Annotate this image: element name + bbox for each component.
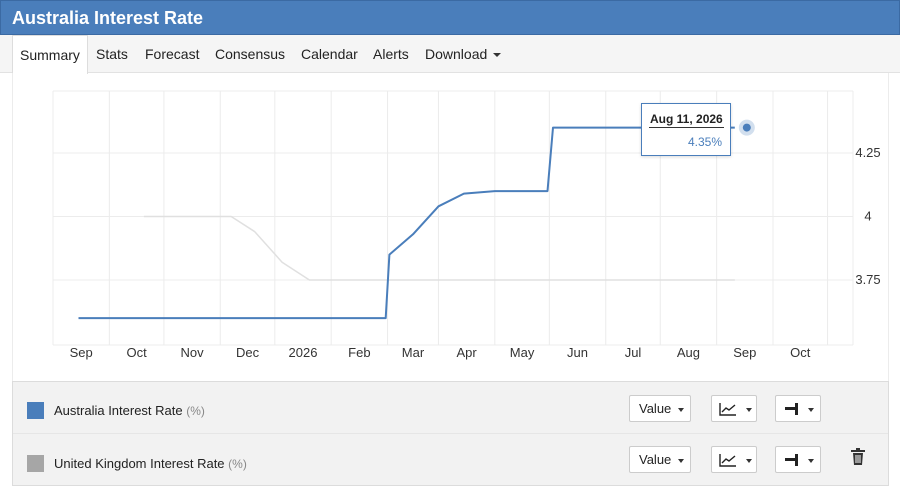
x-tick-label: May (510, 345, 535, 360)
legend-row-united-kingdom: United Kingdom Interest Rate (%) Value (13, 435, 888, 487)
axis-side-dropdown[interactable] (775, 446, 821, 473)
y-tick-label: 4.25 (855, 145, 880, 160)
axis-right-icon (785, 403, 798, 415)
axis-side-dropdown[interactable] (775, 395, 821, 422)
tooltip-date: Aug 11, 2026 (650, 112, 723, 126)
chart-grid (52, 90, 854, 346)
title-bar: Australia Interest Rate (0, 0, 900, 35)
tab-consensus[interactable]: Consensus (215, 35, 285, 73)
chevron-down-icon (746, 459, 752, 463)
line-chart-icon (719, 403, 736, 416)
x-tick-label: Mar (402, 345, 425, 360)
series-color-swatch[interactable] (27, 455, 44, 472)
value-dropdown[interactable]: Value (629, 395, 691, 422)
y-tick-label: 4 (864, 209, 871, 224)
page-title: Australia Interest Rate (12, 8, 204, 28)
chevron-down-icon (808, 459, 814, 463)
x-axis: Sep Oct Nov Dec 2026 Feb Mar Apr May Jun Jul Aug Sep… (70, 345, 811, 360)
tab-summary[interactable]: Summary (12, 35, 88, 74)
chart-type-dropdown[interactable] (711, 446, 757, 473)
x-tick-label: Aug (677, 345, 700, 360)
tab-bar: Summary Stats Forecast Consensus Calenda… (0, 35, 900, 74)
chevron-down-icon (493, 53, 502, 58)
tab-download-label: Download (425, 46, 488, 62)
chart-tooltip: Aug 11, 2026 4.35% (641, 103, 731, 156)
hover-marker (738, 119, 755, 136)
series-name-text: Australia Interest Rate (54, 403, 183, 418)
series-unit: (%) (186, 404, 205, 418)
x-tick-label: Nov (181, 345, 205, 360)
tab-download[interactable]: Download (425, 35, 502, 73)
trash-icon[interactable] (851, 448, 865, 466)
tooltip-value: 4.35% (687, 135, 722, 149)
x-tick-label: Sep (733, 345, 756, 360)
series-name: United Kingdom Interest Rate (%) (54, 456, 247, 471)
x-tick-label: Apr (457, 345, 478, 360)
line-chart[interactable]: Sep Oct Nov Dec 2026 Feb Mar Apr May Jun Jul Aug Sep… (0, 73, 900, 381)
legend-row-australia: Australia Interest Rate (%) Value (13, 382, 888, 434)
tab-forecast[interactable]: Forecast (145, 35, 199, 73)
series-line (143, 215, 735, 281)
x-tick-label: Oct (127, 345, 148, 360)
series-legend-panel: Australia Interest Rate (%) Value United… (12, 381, 889, 486)
x-tick-label: 2026 (289, 345, 318, 360)
tab-alerts[interactable]: Alerts (373, 35, 409, 73)
series-name: Australia Interest Rate (%) (54, 403, 205, 418)
series-line (78, 126, 735, 320)
chevron-down-icon (678, 408, 684, 412)
y-tick-label: 3.75 (855, 272, 880, 287)
chevron-down-icon (808, 408, 814, 412)
series-name-text: United Kingdom Interest Rate (54, 456, 225, 471)
x-tick-label: Oct (790, 345, 811, 360)
tab-calendar[interactable]: Calendar (301, 35, 358, 73)
x-tick-label: Jul (625, 345, 642, 360)
axis-right-icon (785, 454, 798, 466)
x-tick-label: Sep (70, 345, 93, 360)
hover-point (742, 123, 751, 132)
chart-type-dropdown[interactable] (711, 395, 757, 422)
series-unit: (%) (228, 457, 247, 471)
x-tick-label: Dec (236, 345, 260, 360)
series-color-swatch[interactable] (27, 402, 44, 419)
chart-series (78, 126, 735, 320)
chevron-down-icon (746, 408, 752, 412)
value-dropdown-label: Value (639, 452, 672, 467)
tooltip-divider (649, 127, 724, 128)
x-tick-label: Jun (567, 345, 588, 360)
line-chart-icon (719, 454, 736, 467)
tab-stats[interactable]: Stats (96, 35, 128, 73)
x-tick-label: Feb (348, 345, 370, 360)
value-dropdown[interactable]: Value (629, 446, 691, 473)
y-axis: 3.75 4 4.25 (855, 145, 880, 287)
chevron-down-icon (678, 459, 684, 463)
value-dropdown-label: Value (639, 401, 672, 416)
